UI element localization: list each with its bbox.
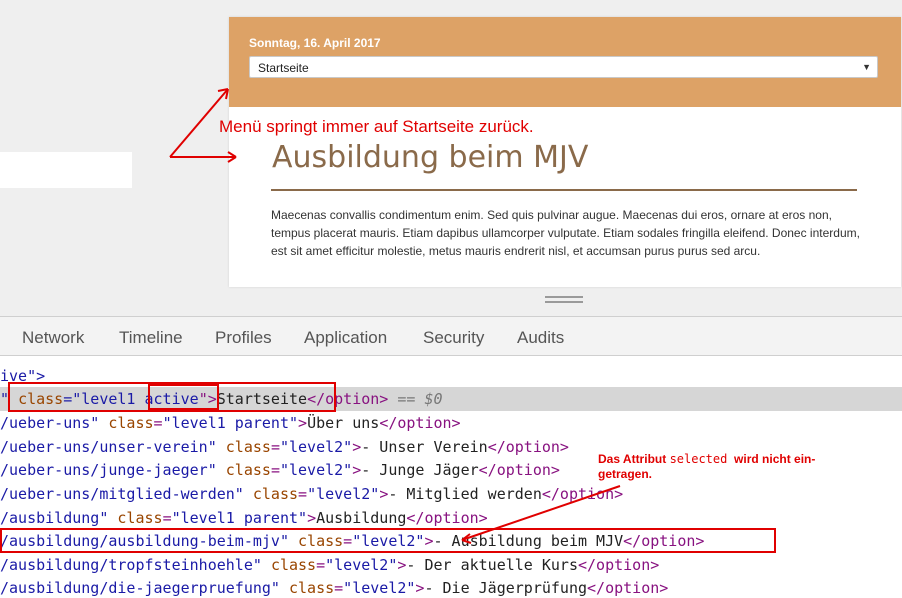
article-text: Maecenas convallis condimentum enim. Sed… bbox=[271, 208, 860, 258]
dom-line[interactable]: /ueber-uns/unser-verein" class="level2">… bbox=[0, 438, 569, 456]
menu-annotation: Menü springt immer auf Startseite zurück… bbox=[219, 117, 534, 136]
tab-application[interactable]: Application bbox=[304, 328, 387, 348]
resize-handle[interactable] bbox=[545, 296, 583, 304]
date-label: Sonntag, 16. April 2017 bbox=[249, 36, 381, 50]
menu-select[interactable]: Startseite ▼ bbox=[249, 56, 878, 78]
dom-line[interactable]: /ueber-uns/junge-jaeger" class="level2">… bbox=[0, 461, 560, 479]
tab-timeline[interactable]: Timeline bbox=[119, 328, 183, 348]
tab-profiles[interactable]: Profiles bbox=[215, 328, 272, 348]
chevron-down-icon: ▼ bbox=[862, 62, 871, 72]
menu-select-value: Startseite bbox=[258, 61, 309, 75]
dom-line[interactable]: /ausbildung/die-jaegerpruefung" class="l… bbox=[0, 579, 668, 597]
dom-line[interactable]: /ausbildung" class="level1 parent">Ausbi… bbox=[0, 509, 488, 527]
tab-network[interactable]: Network bbox=[22, 328, 84, 348]
selected-attribute-annotation: Das Attribut selected wird nicht ein- ge… bbox=[598, 452, 816, 481]
annotation-box-mjv-line bbox=[0, 528, 776, 553]
dom-line[interactable]: /ueber-uns" class="level1 parent">Über u… bbox=[0, 414, 461, 432]
left-content-strip bbox=[0, 152, 132, 188]
heading-divider bbox=[271, 189, 857, 191]
tab-security[interactable]: Security bbox=[423, 328, 484, 348]
dom-line[interactable]: /ausbildung/tropfsteinhoehle" class="lev… bbox=[0, 556, 659, 574]
dom-line[interactable]: /ueber-uns/mitglied-werden" class="level… bbox=[0, 485, 623, 503]
page-title: Ausbildung beim MJV bbox=[272, 140, 589, 175]
annotation-box-active-class bbox=[148, 384, 219, 410]
tab-audits[interactable]: Audits bbox=[517, 328, 564, 348]
devtools-tabbar: Network Timeline Profiles Application Se… bbox=[0, 316, 902, 356]
